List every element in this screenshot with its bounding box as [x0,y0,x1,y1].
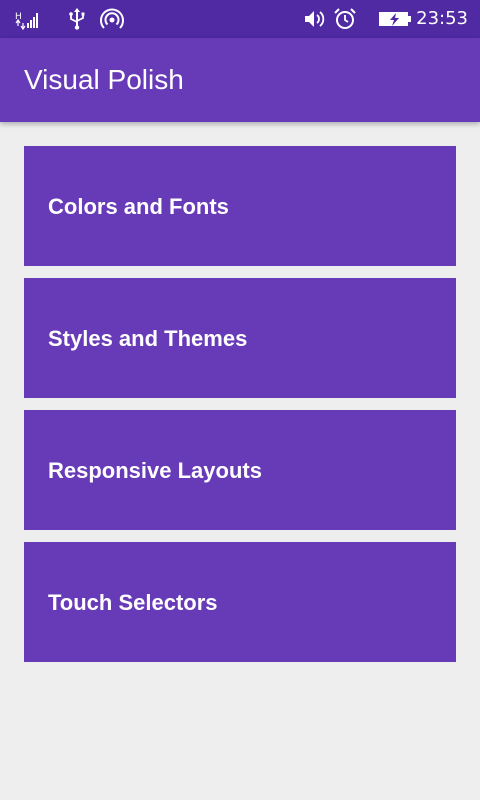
volume-icon [302,7,328,31]
card-label: Touch Selectors [48,590,218,615]
card-colors-and-fonts[interactable]: Colors and Fonts [24,146,456,266]
hotspot-icon [99,7,125,31]
usb-icon [64,7,90,31]
status-time: 23:53 [416,8,468,29]
status-bar: H 23:53 [0,0,480,38]
app-bar: Visual Polish [0,38,480,122]
card-label: Styles and Themes [48,326,248,351]
card-touch-selectors[interactable]: Touch Selectors [24,542,456,662]
card-styles-and-themes[interactable]: Styles and Themes [24,278,456,398]
page-title: Visual Polish [24,64,184,95]
battery-charging-icon [378,7,412,31]
card-label: Colors and Fonts [48,194,229,219]
card-label: Responsive Layouts [48,458,262,483]
card-responsive-layouts[interactable]: Responsive Layouts [24,410,456,530]
signal-icon: H [14,7,40,31]
alarm-icon [332,7,358,31]
card-list: Colors and Fonts Styles and Themes Respo… [24,146,456,674]
